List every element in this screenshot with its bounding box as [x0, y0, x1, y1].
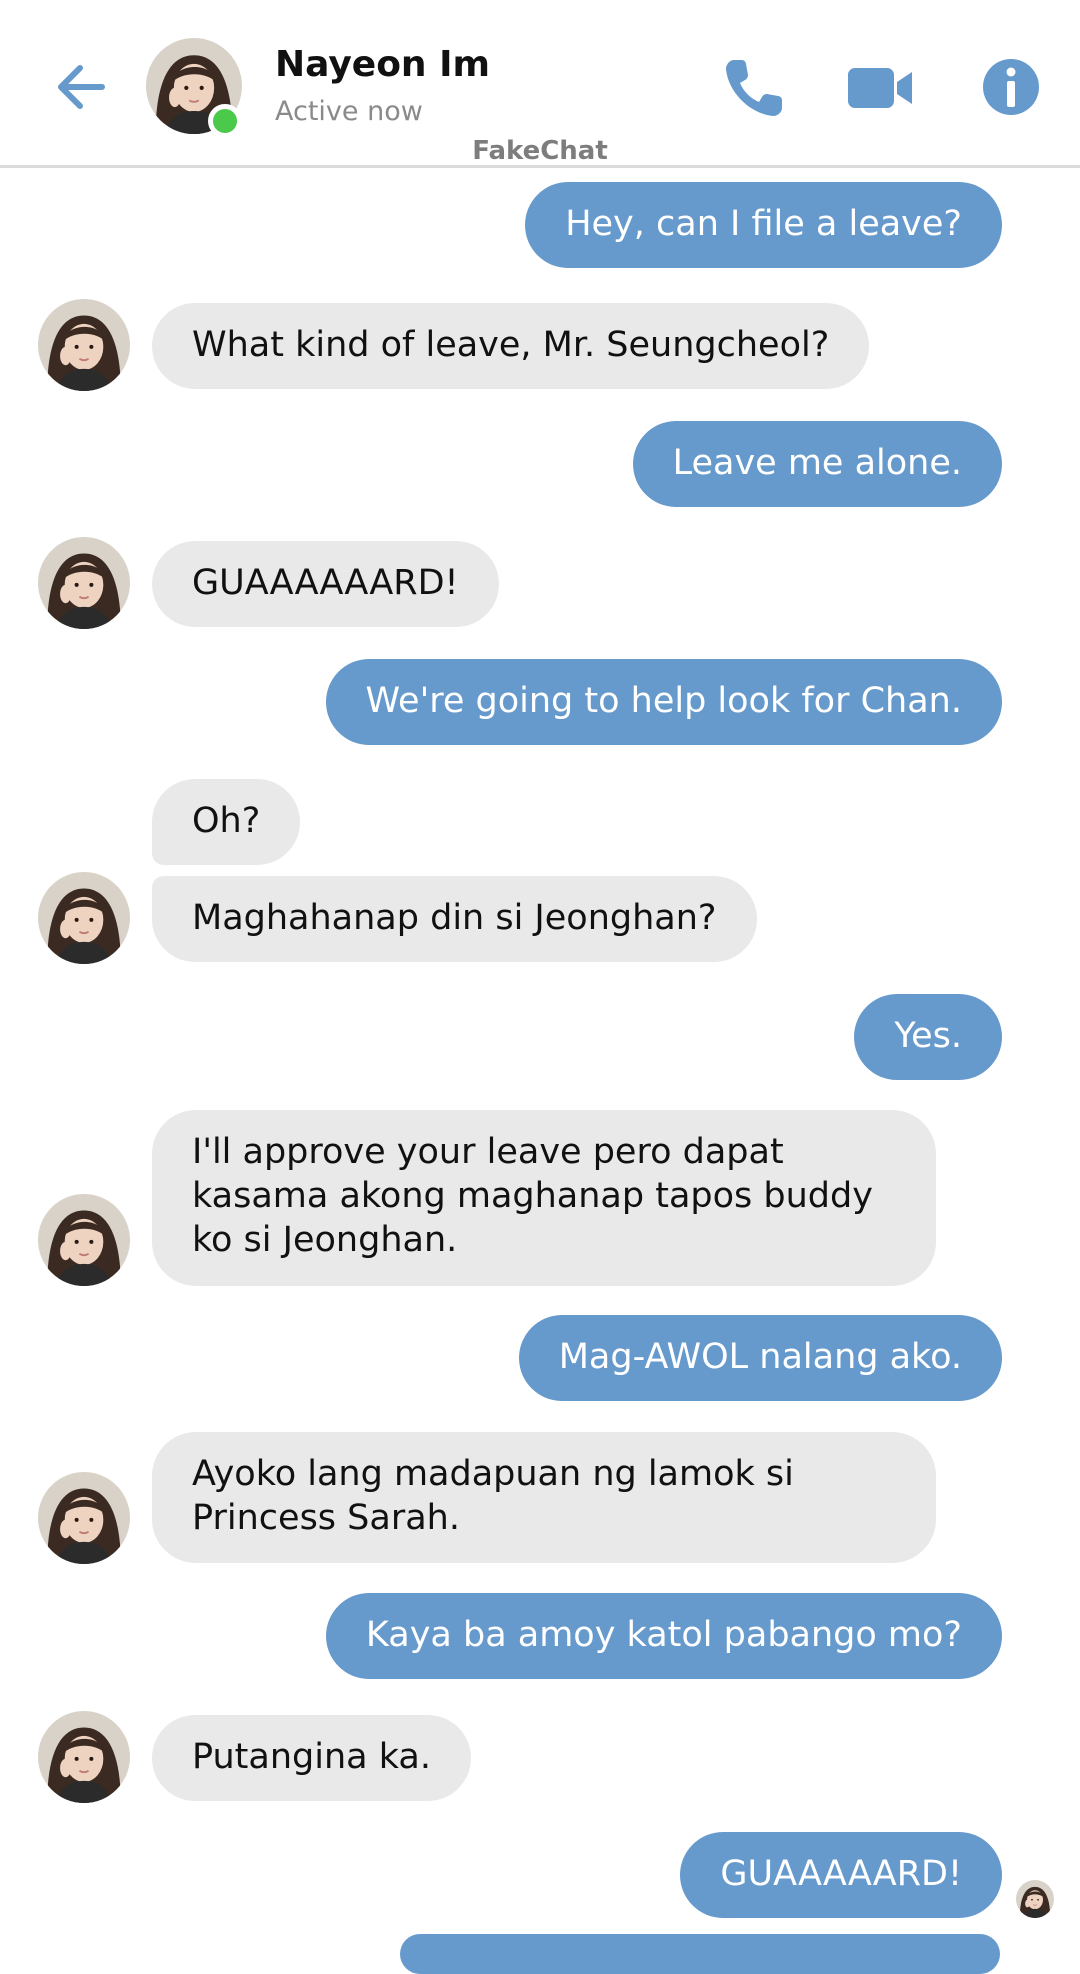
outgoing-message[interactable]: Hey, can I file a leave?	[525, 182, 1002, 268]
video-call-button[interactable]	[846, 52, 916, 122]
call-button[interactable]	[720, 52, 790, 122]
contact-avatar-small	[38, 537, 130, 629]
outgoing-message[interactable]: We're going to help look for Chan.	[325, 659, 1002, 745]
incoming-message[interactable]: What kind of leave, Mr. Seungcheol?	[152, 303, 870, 389]
contact-avatar-small	[38, 1711, 130, 1803]
chat-header: Nayeon Im Active now FakeChat	[0, 0, 1080, 168]
incoming-message[interactable]: GUAAAAAARD!	[152, 541, 499, 627]
phone-icon	[726, 60, 782, 116]
seen-indicator-avatar	[1016, 1880, 1054, 1918]
incoming-message[interactable]: Ayoko lang madapuan ng lamok si Princess…	[152, 1432, 936, 1563]
outgoing-message[interactable]: Mag-AWOL nalang ako.	[518, 1315, 1002, 1401]
contact-avatar-small	[38, 1472, 130, 1564]
contact-status: Active now	[275, 96, 423, 127]
contact-avatar-small	[38, 872, 130, 964]
outgoing-message[interactable]: Kaya ba amoy katol pabango mo?	[325, 1593, 1002, 1679]
incoming-message[interactable]: Maghahanap din si Jeonghan?	[152, 876, 757, 962]
info-icon	[983, 59, 1039, 115]
outgoing-message[interactable]: Yes.	[854, 994, 1002, 1080]
app-watermark: FakeChat	[472, 136, 608, 166]
info-button[interactable]	[976, 52, 1046, 122]
contact-name[interactable]: Nayeon Im	[275, 44, 490, 85]
contact-avatar-small	[38, 299, 130, 391]
video-camera-icon	[848, 68, 912, 108]
incoming-message[interactable]: I'll approve your leave pero dapat kasam…	[152, 1110, 936, 1286]
online-status-indicator	[208, 104, 242, 138]
outgoing-message-partial[interactable]	[400, 1934, 1000, 1974]
contact-avatar-small	[38, 1194, 130, 1286]
back-button[interactable]	[52, 58, 110, 116]
outgoing-message[interactable]: Leave me alone.	[632, 421, 1002, 507]
incoming-message[interactable]: Oh?	[152, 779, 301, 865]
incoming-message[interactable]: Putangina ka.	[152, 1715, 471, 1801]
arrow-left-icon	[58, 65, 105, 109]
outgoing-message[interactable]: GUAAAAARD!	[680, 1832, 1002, 1918]
